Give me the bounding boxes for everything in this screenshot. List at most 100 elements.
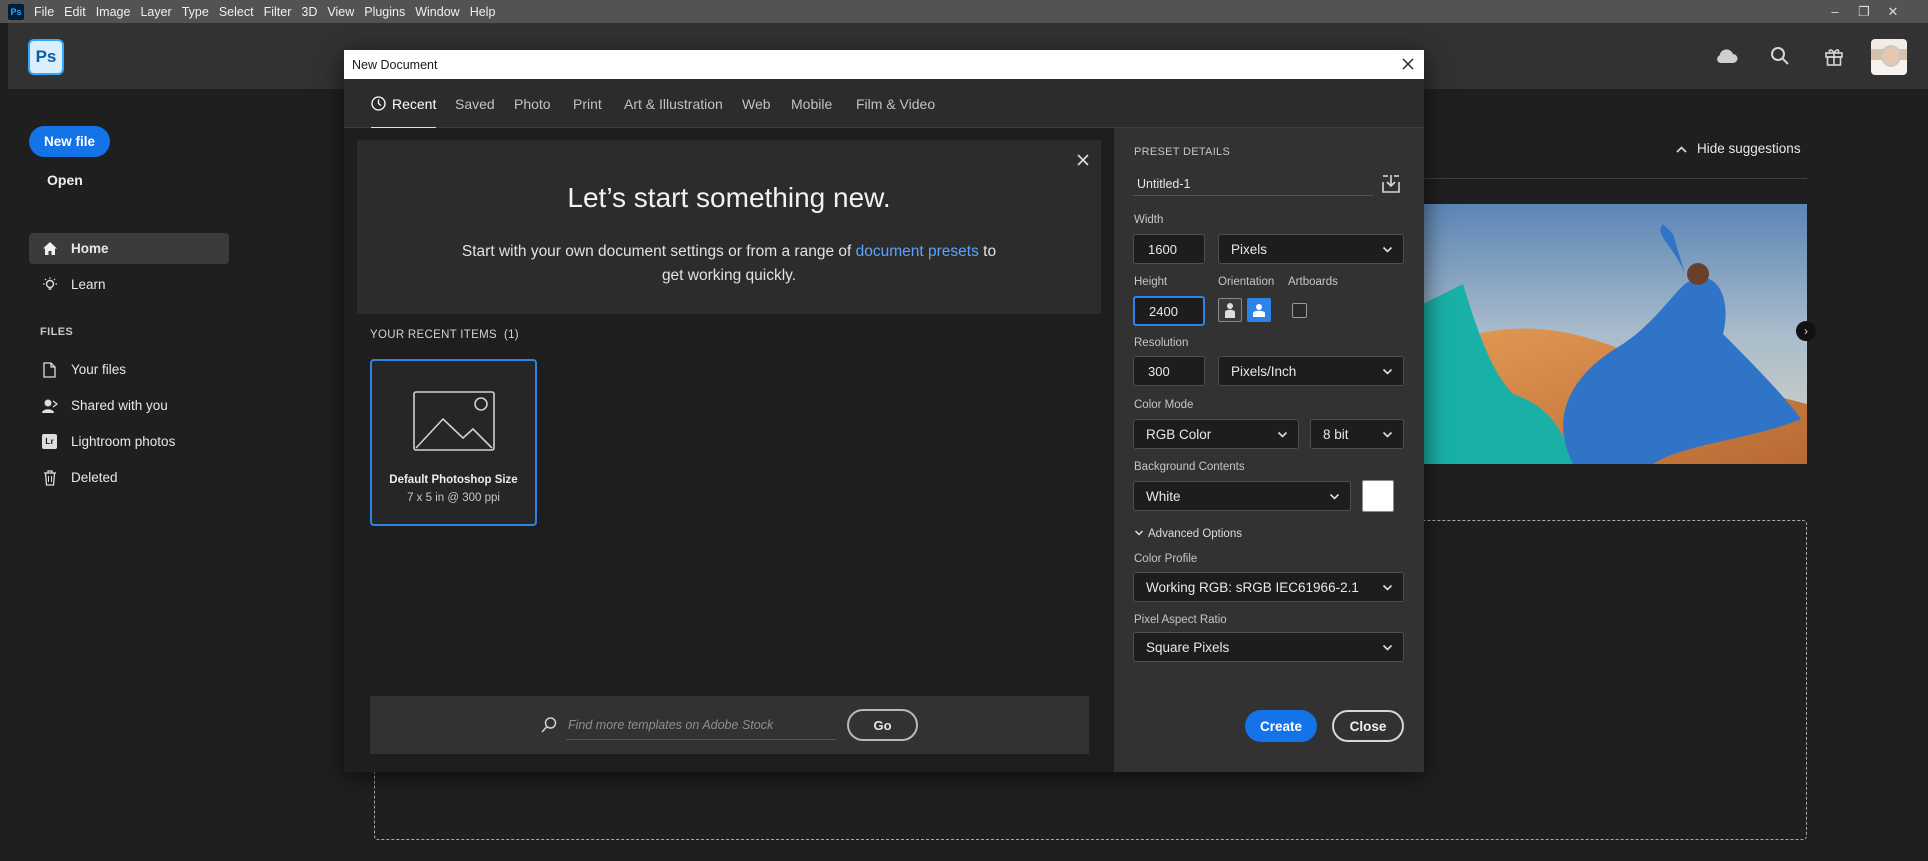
menu-window[interactable]: Window — [411, 5, 465, 19]
menu-3d[interactable]: 3D — [297, 5, 323, 19]
color-profile-label: Color Profile — [1134, 553, 1198, 565]
orientation-label: Orientation — [1218, 276, 1275, 288]
sidebar-item-home[interactable]: Home — [29, 233, 229, 264]
sidebar-item-learn[interactable]: Learn — [29, 269, 229, 300]
bit-depth-select[interactable]: 8 bit — [1310, 419, 1404, 449]
next-suggestion-arrow[interactable]: › — [1796, 321, 1816, 341]
background-contents-label: Background Contents — [1134, 461, 1245, 473]
search-icon — [540, 716, 558, 737]
welcome-title: Let’s start something new. — [567, 182, 891, 213]
close-button[interactable]: Close — [1332, 710, 1404, 742]
restore-icon[interactable]: ❐ — [1851, 0, 1877, 23]
tab-web[interactable]: Web — [742, 79, 771, 128]
color-profile-select[interactable]: Working RGB: sRGB IEC61966-2.1 — [1133, 572, 1404, 602]
suggestion-image[interactable] — [1423, 204, 1807, 464]
tab-recent[interactable]: Recent — [371, 79, 437, 129]
cloud-icon[interactable] — [1713, 43, 1739, 69]
color-profile-value: Working RGB: sRGB IEC61966-2.1 — [1146, 579, 1359, 595]
close-icon[interactable] — [1073, 150, 1093, 170]
bit-depth-value: 8 bit — [1323, 426, 1349, 442]
avatar[interactable] — [1871, 39, 1907, 75]
sidebar-item-label: Shared with you — [71, 398, 168, 413]
recent-item-name: Default Photoshop Size — [389, 474, 518, 486]
open-button[interactable]: Open — [47, 172, 83, 188]
resolution-unit-value: Pixels/Inch — [1231, 363, 1297, 379]
dialog-title-bar: New Document — [344, 50, 1424, 79]
chevron-down-icon — [1277, 428, 1288, 443]
tab-art-illustration[interactable]: Art & Illustration — [624, 79, 723, 128]
recent-item-size: 7 x 5 in @ 300 ppi — [407, 492, 500, 504]
welcome-panel: Let’s start something new. Start with yo… — [357, 140, 1101, 314]
pixel-aspect-ratio-select[interactable]: Square Pixels — [1133, 632, 1404, 662]
go-button[interactable]: Go — [847, 709, 918, 741]
trash-icon — [41, 469, 58, 486]
background-contents-value: White — [1146, 488, 1181, 504]
menu-bar: Ps File Edit Image Layer Type Select Fil… — [0, 0, 1928, 23]
files-section-header: FILES — [40, 326, 74, 338]
stock-search-input[interactable] — [566, 710, 836, 740]
menu-plugins[interactable]: Plugins — [360, 5, 411, 19]
recent-item-card[interactable]: Default Photoshop Size 7 x 5 in @ 300 pp… — [370, 359, 537, 526]
hide-suggestions-label: Hide suggestions — [1697, 141, 1801, 156]
minimize-icon[interactable]: – — [1822, 0, 1848, 23]
portrait-icon — [1225, 303, 1235, 318]
welcome-text-start: Start with your own document settings or… — [461, 243, 856, 260]
window-close-icon[interactable]: ✕ — [1880, 0, 1906, 23]
preset-tabs: Recent Saved Photo Print Art & Illustrat… — [344, 79, 1424, 129]
color-mode-select[interactable]: RGB Color — [1133, 419, 1299, 449]
menu-filter[interactable]: Filter — [260, 5, 298, 19]
sidebar-item-shared-with-you[interactable]: Shared with you — [29, 390, 229, 421]
new-file-button[interactable]: New file — [29, 126, 110, 157]
chevron-up-icon — [1676, 141, 1687, 156]
tab-mobile[interactable]: Mobile — [791, 79, 832, 128]
sidebar-item-label: Deleted — [71, 470, 118, 485]
home-icon — [41, 241, 58, 256]
sidebar-item-label: Home — [71, 241, 109, 256]
advanced-options-toggle[interactable]: Advanced Options — [1134, 528, 1242, 540]
artboards-label: Artboards — [1288, 276, 1338, 288]
preset-details-header: PRESET DETAILS — [1134, 146, 1231, 158]
sidebar-item-label: Learn — [71, 277, 106, 292]
gift-icon[interactable] — [1821, 43, 1847, 69]
width-input[interactable]: 1600 — [1133, 234, 1205, 264]
sidebar-item-your-files[interactable]: Your files — [29, 354, 229, 385]
tab-print[interactable]: Print — [573, 79, 602, 128]
stock-search-bar: Go — [370, 696, 1089, 754]
width-unit-select[interactable]: Pixels — [1218, 234, 1404, 264]
artboards-checkbox[interactable] — [1292, 303, 1307, 318]
landscape-orientation-button[interactable] — [1247, 298, 1271, 322]
resolution-unit-select[interactable]: Pixels/Inch — [1218, 356, 1404, 386]
menu-file[interactable]: File — [30, 5, 60, 19]
sidebar-item-deleted[interactable]: Deleted — [29, 462, 229, 493]
welcome-text: Start with your own document settings or… — [457, 240, 1001, 288]
menu-layer[interactable]: Layer — [136, 5, 177, 19]
document-presets-link[interactable]: document presets — [856, 243, 979, 260]
tab-film-video[interactable]: Film & Video — [856, 79, 935, 128]
save-preset-icon[interactable] — [1380, 173, 1402, 198]
background-color-swatch[interactable] — [1362, 480, 1394, 512]
portrait-orientation-button[interactable] — [1218, 298, 1242, 322]
menu-view[interactable]: View — [323, 5, 360, 19]
close-icon[interactable] — [1398, 54, 1418, 74]
lightroom-icon: Lr — [41, 434, 58, 449]
tab-photo[interactable]: Photo — [514, 79, 551, 128]
menu-type[interactable]: Type — [178, 5, 215, 19]
height-input[interactable]: 2400 — [1133, 296, 1205, 326]
tab-saved[interactable]: Saved — [455, 79, 495, 128]
preset-details-pane: PRESET DETAILS Untitled-1 Width 1600 Pix… — [1114, 128, 1424, 772]
photoshop-logo[interactable]: Ps — [28, 39, 64, 75]
resolution-input[interactable]: 300 — [1133, 356, 1205, 386]
document-name-field[interactable]: Untitled-1 — [1133, 172, 1373, 196]
create-button[interactable]: Create — [1245, 710, 1317, 742]
menu-select[interactable]: Select — [215, 5, 260, 19]
hide-suggestions-button[interactable]: Hide suggestions — [1676, 141, 1801, 156]
width-unit-value: Pixels — [1231, 241, 1268, 257]
menu-image[interactable]: Image — [92, 5, 137, 19]
sidebar-item-label: Lightroom photos — [71, 434, 176, 449]
search-icon[interactable] — [1767, 43, 1793, 69]
sidebar-item-lightroom-photos[interactable]: Lr Lightroom photos — [29, 426, 229, 457]
chevron-down-icon — [1382, 428, 1393, 443]
background-contents-select[interactable]: White — [1133, 481, 1351, 511]
menu-edit[interactable]: Edit — [60, 5, 92, 19]
menu-help[interactable]: Help — [466, 5, 502, 19]
